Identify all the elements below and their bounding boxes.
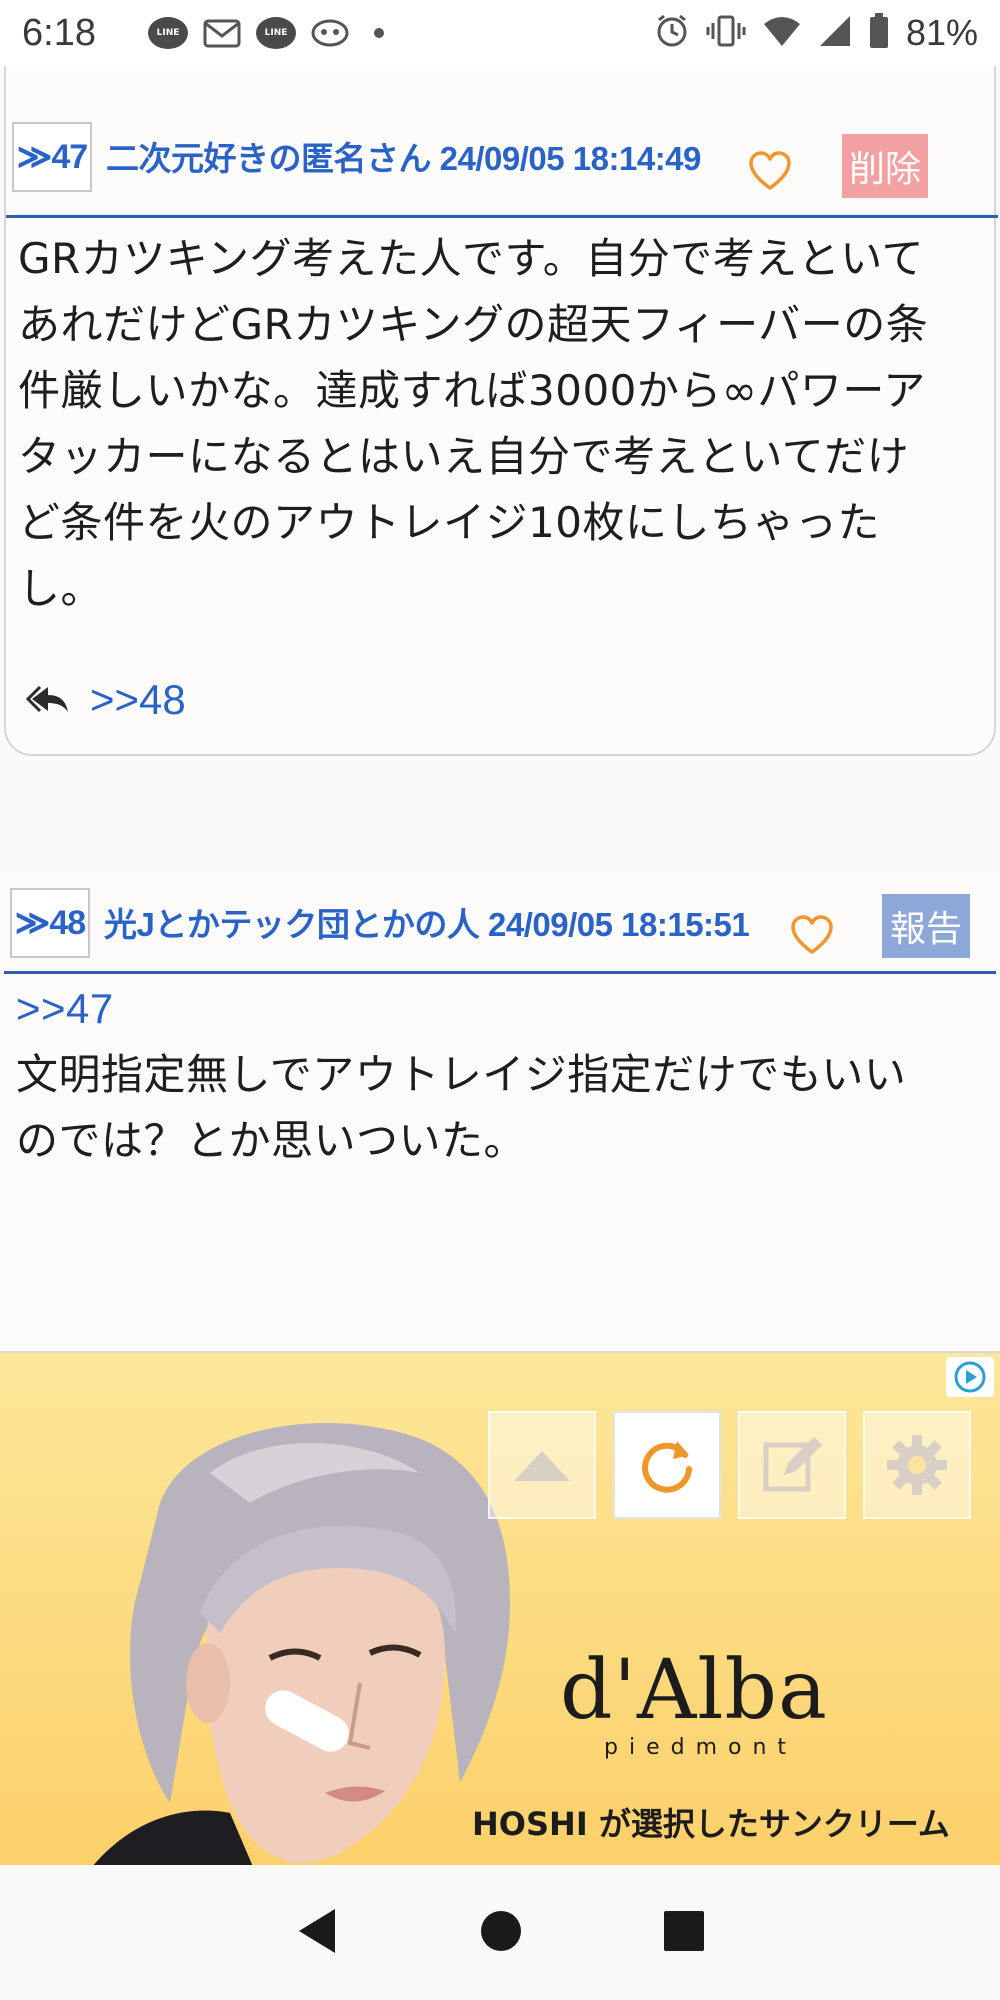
status-time: 6:18 [22,11,96,54]
post-author: 光Jとかテック団とかの人 [104,906,480,943]
settings-icon [887,1435,947,1495]
ad-model-image [93,1423,510,1865]
vibrate-icon [706,13,746,53]
delete-button[interactable]: 削除 [842,134,928,198]
notification-icons: LINE LINE [148,16,384,50]
post-meta: 二次元好きの匿名さん 24/09/05 18:14:49 [106,132,701,180]
wifi-icon [762,14,802,52]
home-icon[interactable] [479,1909,523,1957]
post-body: GRカツキング考えた人です。自分で考えといて あれだけどGRカツキングの超天フィ… [18,226,978,622]
scroll-up-icon [514,1451,570,1481]
system-icons: 81% [654,12,978,54]
post-header: ≫48 光Jとかテック団とかの人 24/09/05 18:15:51 報告 [4,874,996,974]
body-line: タッカーになるとはいえ自分で考えといてだけ [18,432,910,481]
tamagotchi-icon [310,16,350,50]
post-body: >>47 文明指定無しでアウトレイジ指定だけでもいい のでは？とか思いついた。 [16,976,976,1174]
body-line: 文明指定無しでアウトレイジ指定だけでもいい [16,1050,907,1099]
ad-choices-icon[interactable] [946,1357,994,1397]
navigation-bar [0,1866,1000,2000]
compose-button[interactable] [738,1411,846,1519]
status-bar: 6:18 LINE LINE 81% [0,0,1000,66]
body-line: ど条件を火のアウトレイジ10枚にしちゃった [18,498,880,547]
mail-icon [202,16,242,50]
line-icon: LINE [256,17,296,49]
post-card: ≫47 二次元好きの匿名さん 24/09/05 18:14:49 削除 GRカツ… [4,66,998,756]
post-number[interactable]: ≫48 [10,888,90,958]
body-line: あれだけどGRカツキングの超天フィーバーの条 [18,300,929,349]
post-datetime: 24/09/05 18:14:49 [439,140,702,177]
thread-content[interactable]: ≫47 二次元好きの匿名さん 24/09/05 18:14:49 削除 GRカツ… [0,66,1000,1352]
ad-brand-sub: piedmont [604,1735,798,1760]
body-line: GRカツキング考えた人です。自分で考えといて [18,234,925,283]
body-line: し。 [18,564,104,613]
body-line: 件厳しいかな。達成すれば3000から∞パワーア [18,366,926,415]
more-notifications-icon [374,28,384,38]
post-author: 二次元好きの匿名さん [106,140,432,177]
reply-row: >>48 [25,676,186,724]
heart-icon[interactable] [790,914,834,958]
refresh-button[interactable] [613,1411,721,1519]
recents-icon[interactable] [663,1910,705,1956]
line-icon: LINE [148,17,188,49]
reply-link[interactable]: >>48 [90,676,186,724]
signal-icon [818,14,852,52]
alarm-icon [654,13,690,53]
heart-icon[interactable] [748,150,792,194]
battery-icon [868,13,890,53]
post-meta: 光Jとかテック団とかの人 24/09/05 18:15:51 [104,898,750,946]
report-button[interactable]: 報告 [882,894,970,958]
refresh-icon [642,1441,692,1493]
anchor-link[interactable]: >>47 [16,976,976,1042]
post-card: ≫48 光Jとかテック団とかの人 24/09/05 18:15:51 報告 >>… [4,874,996,1352]
post-datetime: 24/09/05 18:15:51 [488,906,750,943]
reply-all-icon[interactable] [25,681,70,719]
battery-percent: 81% [905,12,978,53]
ad-tagline: HOSHI が選択したサンクリーム [472,1805,950,1843]
settings-button[interactable] [863,1411,971,1519]
ad-brand: d'Alba [560,1643,828,1738]
body-line: のでは？とか思いついた。 [16,1116,527,1165]
scroll-up-button[interactable] [488,1411,596,1519]
post-header: ≫47 二次元好きの匿名さん 24/09/05 18:14:49 削除 [6,118,998,218]
post-number[interactable]: ≫47 [12,122,92,192]
edit-icon [763,1437,822,1492]
back-icon[interactable] [295,1907,339,1959]
